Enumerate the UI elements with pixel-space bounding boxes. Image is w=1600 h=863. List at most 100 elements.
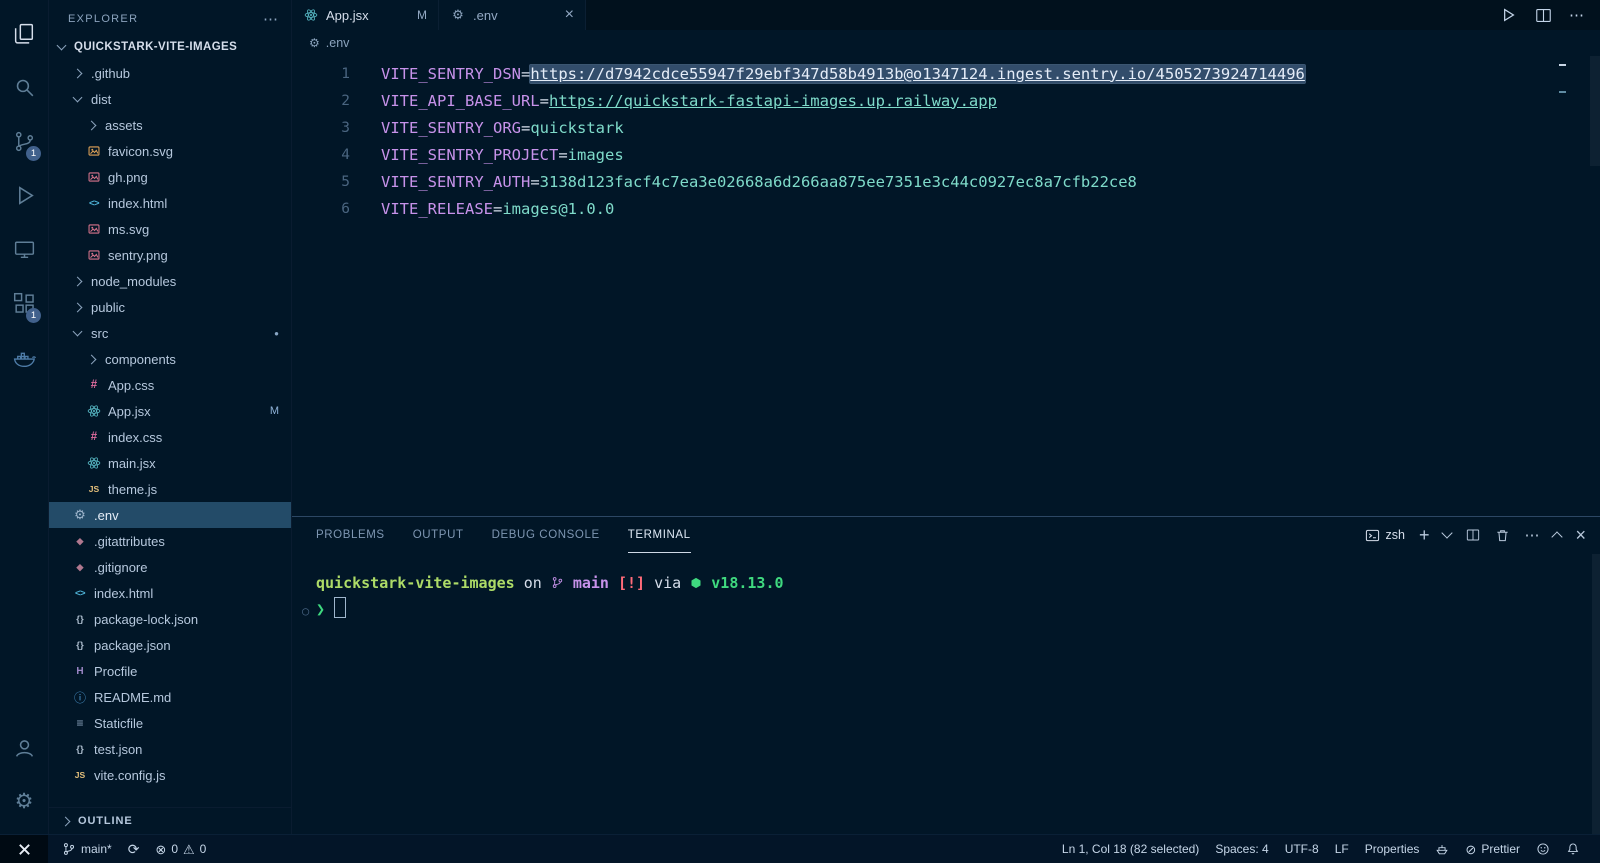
tree-item[interactable]: dist <box>49 86 291 112</box>
close-icon[interactable]: × <box>565 7 574 23</box>
extensions-view-button[interactable]: 1 <box>0 276 48 330</box>
more-actions-icon[interactable]: ⋯ <box>1569 6 1585 24</box>
bottom-panel: PROBLEMS OUTPUT DEBUG CONSOLE TERMINAL z… <box>292 516 1600 834</box>
editor-scrollbar[interactable] <box>1590 56 1600 166</box>
formatter-status[interactable]: ⊘ Prettier <box>1457 835 1528 863</box>
explorer-view-button[interactable] <box>0 6 48 60</box>
tree-item[interactable]: # index.css <box>49 424 291 450</box>
outline-section-header[interactable]: OUTLINE <box>49 807 291 834</box>
ship-icon <box>1435 842 1449 856</box>
chevron-right-icon <box>60 816 71 826</box>
tree-item[interactable]: src ● <box>49 320 291 346</box>
tree-item[interactable]: ◆ .gitignore <box>49 554 291 580</box>
indentation-status[interactable]: Spaces: 4 <box>1207 835 1276 863</box>
sync-status[interactable]: ⟳ <box>120 835 148 863</box>
tab-debug-console[interactable]: DEBUG CONSOLE <box>492 517 600 553</box>
language-mode-status[interactable]: Properties <box>1357 835 1428 863</box>
branch-icon <box>62 842 76 856</box>
cursor-position-status[interactable]: Ln 1, Col 18 (82 selected) <box>1054 835 1207 863</box>
tree-item[interactable]: sentry.png <box>49 242 291 268</box>
gear-icon: ⚙ <box>74 507 86 522</box>
sync-icon: ⟳ <box>127 841 140 857</box>
feedback-smiley-icon <box>1536 842 1550 856</box>
editor-actions: ⋯ <box>1498 0 1600 30</box>
chevron-down-icon <box>56 40 67 51</box>
tree-root-folder[interactable]: QUICKSTARK-VITE-IMAGES <box>49 34 291 60</box>
encoding-status[interactable]: UTF-8 <box>1277 835 1327 863</box>
code-line: 1 VITE_SENTRY_DSN=https://d7942cdce55947f… <box>341 63 1306 84</box>
feedback-status[interactable] <box>1528 835 1558 863</box>
split-editor-icon[interactable] <box>1534 6 1553 25</box>
tree-item[interactable]: App.jsx M <box>49 398 291 424</box>
tree-item[interactable]: {} test.json <box>49 736 291 762</box>
remote-indicator[interactable] <box>0 835 48 863</box>
tree-item-env-selected[interactable]: ⚙ .env <box>49 502 291 528</box>
chevron-up-icon[interactable] <box>1551 529 1564 543</box>
trash-icon[interactable] <box>1495 528 1510 543</box>
tree-item[interactable]: {} package.json <box>49 632 291 658</box>
explorer-sidebar: EXPLORER ⋯ QUICKSTARK-VITE-IMAGES .githu… <box>49 0 292 834</box>
more-actions-icon[interactable]: ⋯ <box>263 10 279 28</box>
tree-item[interactable]: <> index.html <box>49 580 291 606</box>
extension-status[interactable] <box>1427 835 1457 863</box>
terminal-content[interactable]: quickstark-vite-images on main [!] via v… <box>292 553 1600 834</box>
chevron-down-icon <box>72 92 83 103</box>
breadcrumb[interactable]: ⚙ .env <box>292 30 1600 56</box>
terminal-profile-button[interactable]: zsh <box>1365 528 1405 543</box>
source-control-view-button[interactable]: 1 <box>0 114 48 168</box>
tree-item[interactable]: JS theme.js <box>49 476 291 502</box>
settings-button[interactable]: ⚙ <box>0 774 48 828</box>
tree-item[interactable]: favicon.svg <box>49 138 291 164</box>
tree-item[interactable]: main.jsx <box>49 450 291 476</box>
extensions-badge: 1 <box>26 308 41 323</box>
overview-ruler <box>1559 64 1566 118</box>
gear-icon: ⚙ <box>14 789 34 813</box>
tree-item[interactable]: .github <box>49 60 291 86</box>
branch-status[interactable]: main* <box>54 835 120 863</box>
panel-scrollbar[interactable] <box>1592 554 1600 834</box>
eol-status[interactable]: LF <box>1327 835 1357 863</box>
chevron-down-icon <box>72 326 83 337</box>
problems-status[interactable]: ⊗ 0 ⚠ 0 <box>147 835 214 863</box>
status-right: Ln 1, Col 18 (82 selected) Spaces: 4 UTF… <box>1054 835 1600 863</box>
image-icon <box>86 222 102 236</box>
editor[interactable]: 1 VITE_SENTRY_DSN=https://d7942cdce55947f… <box>292 56 1600 516</box>
docker-view-button[interactable] <box>0 330 48 384</box>
split-terminal-icon[interactable] <box>1465 527 1481 543</box>
tree-item[interactable]: public <box>49 294 291 320</box>
tree-item[interactable]: JS vite.config.js <box>49 762 291 788</box>
node-hexagon-icon <box>690 577 702 589</box>
tree-item[interactable]: # App.css <box>49 372 291 398</box>
tree-item[interactable]: ⓘ README.md <box>49 684 291 710</box>
chevron-right-icon <box>72 68 83 78</box>
tab-appjsx[interactable]: App.jsx M <box>292 0 439 30</box>
js-icon: JS <box>74 770 86 780</box>
breadcrumb-file: .env <box>325 36 350 50</box>
chevron-down-icon[interactable] <box>1441 527 1454 539</box>
tree-item[interactable]: ◆ .gitattributes <box>49 528 291 554</box>
json-icon: {} <box>76 639 84 651</box>
tree-item[interactable]: ≡ Staticfile <box>49 710 291 736</box>
remote-explorer-view-button[interactable] <box>0 222 48 276</box>
tab-problems[interactable]: PROBLEMS <box>316 517 385 553</box>
tab-env-active[interactable]: ⚙ .env × <box>439 0 586 30</box>
code-line: 2 VITE_API_BASE_URL=https://quickstark-fa… <box>341 91 997 110</box>
account-button[interactable] <box>0 720 48 774</box>
tree-item[interactable]: H Procfile <box>49 658 291 684</box>
search-view-button[interactable] <box>0 60 48 114</box>
more-actions-icon[interactable]: ⋯ <box>1524 526 1539 544</box>
tree-item[interactable]: components <box>49 346 291 372</box>
tree-item[interactable]: node_modules <box>49 268 291 294</box>
tree-item[interactable]: {} package-lock.json <box>49 606 291 632</box>
tree-item[interactable]: ms.svg <box>49 216 291 242</box>
tree-item[interactable]: gh.png <box>49 164 291 190</box>
close-panel-icon[interactable]: × <box>1575 526 1586 544</box>
new-terminal-icon[interactable]: + <box>1419 526 1430 544</box>
tree-item[interactable]: assets <box>49 112 291 138</box>
run-debug-view-button[interactable] <box>0 168 48 222</box>
tree-item[interactable]: <> index.html <box>49 190 291 216</box>
tab-output[interactable]: OUTPUT <box>413 517 464 553</box>
notifications-status[interactable] <box>1558 835 1588 863</box>
tab-terminal[interactable]: TERMINAL <box>628 517 691 553</box>
run-icon[interactable] <box>1498 5 1518 25</box>
